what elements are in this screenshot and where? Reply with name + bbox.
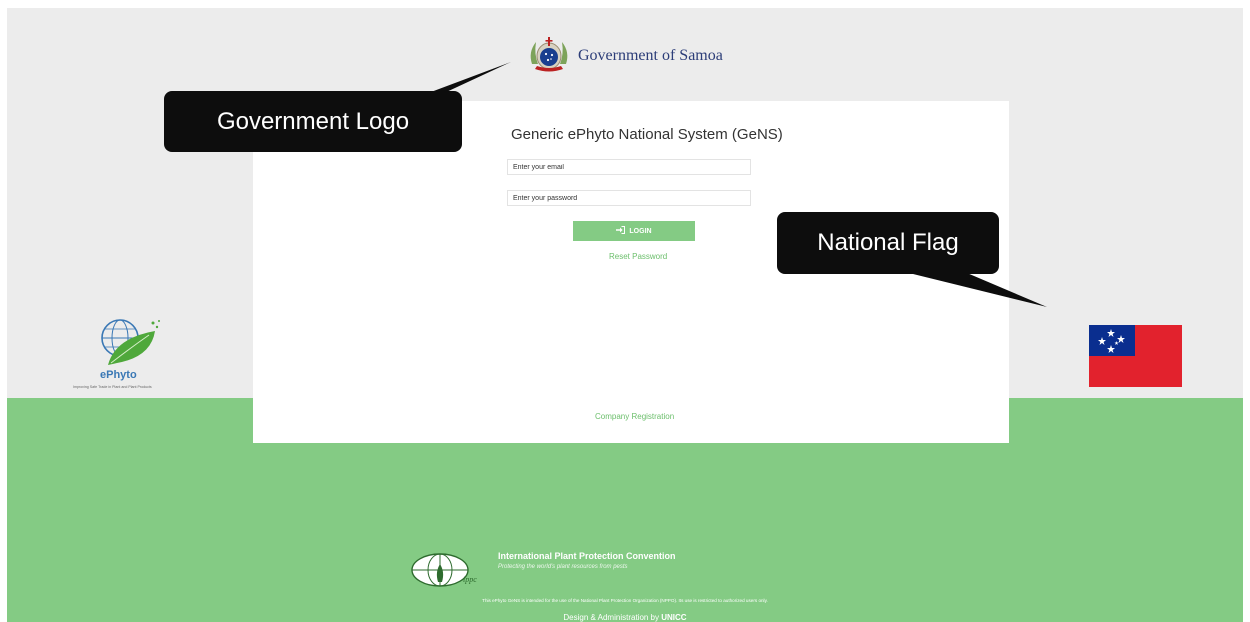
credit-org-link[interactable]: UNICC [661, 613, 686, 622]
page-frame: Government of Samoa Generic ePhyto Natio… [7, 8, 1243, 622]
ippc-subtitle: Protecting the world's plant resources f… [498, 564, 628, 570]
callout-government-logo-text: Government Logo [216, 107, 410, 135]
callout-government-logo: Government Logo [164, 91, 462, 152]
ippc-logo: ippc [411, 552, 493, 593]
ippc-globe-logo-icon: ippc [411, 553, 493, 592]
svg-text:ippc: ippc [463, 575, 477, 584]
national-flag-pointer [909, 273, 1047, 307]
ippc-title: International Plant Protection Conventio… [498, 551, 676, 561]
footer-credit: Design & Administration by UNICC [7, 613, 1243, 622]
credit-prefix: Design & Administration by [563, 613, 660, 622]
callout-national-flag-text: National Flag [817, 229, 959, 256]
footer-disclaimer: This ePhyto GeNS is intended for the use… [482, 598, 768, 603]
callout-national-flag: National Flag [777, 212, 999, 274]
